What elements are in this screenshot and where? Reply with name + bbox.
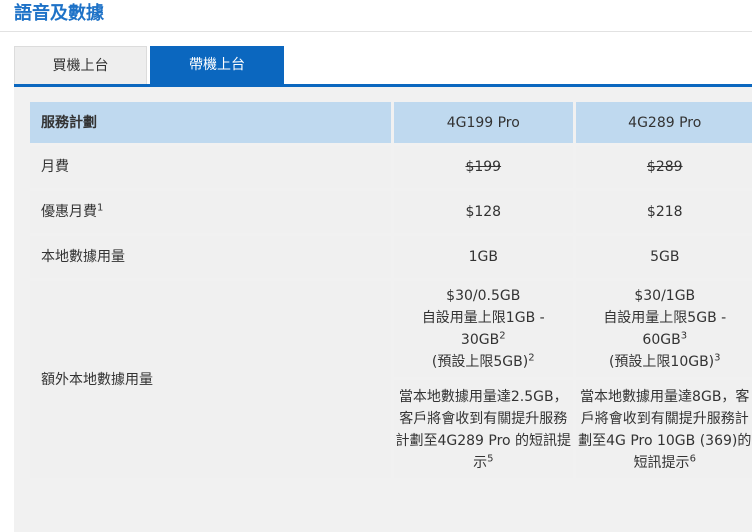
footnote-marker[interactable]: 2 — [499, 330, 505, 341]
extra-data-b-pricing: $30/1GB 自設用量上限5GB - 60GB3 (預設上限10GB)3 — [575, 281, 752, 377]
footnote-marker[interactable]: 1 — [97, 202, 103, 213]
table-row: 額外本地數據用量 $30/0.5GB 自設用量上限1GB - 30GB2 (預設… — [30, 281, 752, 478]
monthly-fee-a: $199 — [465, 159, 502, 175]
row-label-extra-data: 額外本地數據用量 — [30, 281, 392, 478]
footnote-marker[interactable]: 2 — [528, 352, 534, 363]
local-data-b: 5GB — [575, 236, 752, 278]
row-label-monthly-fee: 月費 — [30, 146, 392, 188]
header-service-plan: 服務計劃 — [30, 102, 392, 143]
discount-fee-b: $218 — [575, 191, 752, 233]
table-header-row: 服務計劃 4G199 Pro 4G289 Pro — [30, 102, 752, 143]
footnote-marker[interactable]: 5 — [487, 453, 493, 464]
discount-fee-a: $128 — [394, 191, 573, 233]
plan-table: 服務計劃 4G199 Pro 4G289 Pro 月費 $199 $289 優惠… — [27, 99, 752, 481]
monthly-fee-b: $289 — [646, 159, 683, 175]
table-row: 本地數據用量 1GB 5GB — [30, 236, 752, 278]
tab-buy-phone[interactable]: 買機上台 — [14, 46, 147, 84]
footnote-marker[interactable]: 3 — [714, 352, 720, 363]
row-label-local-data: 本地數據用量 — [30, 236, 392, 278]
table-row: 優惠月費1 $128 $218 — [30, 191, 752, 233]
header-plan-b: 4G289 Pro — [575, 102, 752, 143]
tab-bring-phone[interactable]: 帶機上台 — [150, 46, 284, 84]
header-plan-a: 4G199 Pro — [394, 102, 573, 143]
table-row: 月費 $199 $289 — [30, 146, 752, 188]
row-label-discount-fee: 優惠月費1 — [30, 191, 392, 233]
footnote-marker[interactable]: 3 — [681, 330, 687, 341]
local-data-a: 1GB — [394, 236, 573, 278]
extra-data-b-notice: 當本地數據用量達8GB，客戶將會收到有關提升服務計劃至4G Pro 10GB (… — [575, 380, 752, 478]
footnote-marker[interactable]: 6 — [690, 453, 696, 464]
divider — [0, 31, 752, 32]
extra-data-a-pricing: $30/0.5GB 自設用量上限1GB - 30GB2 (預設上限5GB)2 — [394, 281, 573, 377]
page-title: 語音及數據 — [14, 3, 104, 24]
extra-data-a-notice: 當本地數據用量達2.5GB，客戶將會收到有關提升服務計劃至4G289 Pro 的… — [394, 380, 573, 478]
